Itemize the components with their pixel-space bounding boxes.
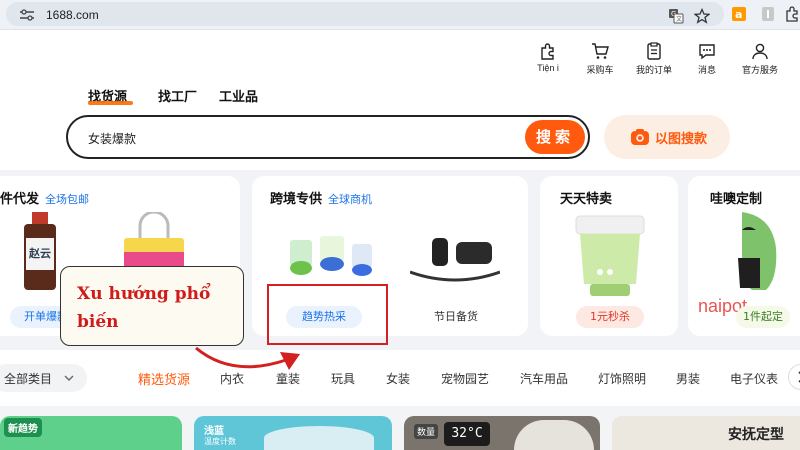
tab-industrial[interactable]: 工业品	[219, 86, 258, 105]
bottle-product-image: 赵云	[24, 212, 56, 290]
tab-find-factory[interactable]: 找工厂	[158, 86, 197, 105]
category-item[interactable]: 女装	[386, 370, 410, 387]
product-thumb[interactable]: 数量 32°C	[404, 416, 600, 450]
bookmark-star-icon[interactable]	[694, 8, 710, 24]
card-custom[interactable]: 哇噢定制 naipot 1件起定	[688, 176, 800, 336]
annotation-callout: Xu hướng phổ biến	[60, 266, 244, 346]
chevron-right-icon	[798, 371, 800, 383]
nav-label: 采购车	[586, 65, 614, 75]
puzzle-icon	[541, 43, 554, 60]
all-categories-label: 全部类目	[4, 372, 53, 386]
translate-icon[interactable]: G 文	[668, 8, 684, 24]
card-title-text: 跨境专供	[270, 192, 323, 207]
category-item[interactable]: 玩具	[331, 370, 355, 387]
card-title-text: 哇噢定制	[710, 192, 763, 207]
svg-text:a: a	[735, 8, 742, 21]
thumb-sublabel: 温度计数	[204, 437, 236, 446]
card-title: 天天特卖	[560, 188, 612, 207]
nav-item-messages[interactable]: 消息	[681, 42, 733, 76]
product-thumb[interactable]: 浅蓝 温度计数	[194, 416, 392, 450]
active-tab-indicator	[88, 101, 133, 105]
url-text[interactable]: 1688.com	[46, 8, 99, 22]
nav-item-official-service[interactable]: 官方服务	[734, 42, 786, 76]
cart-icon	[592, 43, 609, 59]
svg-text:赵云: 赵云	[28, 246, 51, 260]
card-pill[interactable]: 1件起定	[736, 306, 790, 328]
annotation-text: Xu hướng phổ biến	[77, 284, 211, 332]
extensions-puzzle-icon[interactable]	[784, 6, 800, 22]
image-search-label: 以图搜款	[655, 132, 708, 147]
card-title: 哇噢定制	[710, 188, 762, 207]
phone-case-product-image	[738, 212, 777, 290]
category-item[interactable]: 内衣	[220, 370, 244, 387]
image-search-button[interactable]: 以图搜款	[604, 115, 730, 159]
amazon-extension-icon[interactable]: a	[731, 6, 747, 22]
nav-label: 消息	[697, 65, 716, 75]
search-box[interactable]: 女装爆款 搜索	[66, 115, 590, 159]
card-subtitle: 全场包邮	[45, 193, 90, 206]
thermometer-display: 32°C	[444, 422, 490, 446]
category-item[interactable]: 童装	[276, 370, 300, 387]
card-title-text: 天天特卖	[560, 192, 613, 207]
card-title: 件代发 全场包邮	[0, 188, 89, 207]
category-item[interactable]: 男装	[676, 370, 700, 387]
washer-product-image	[575, 215, 645, 296]
card-title: 跨境专供 全球商机	[270, 188, 372, 207]
thumb-label: 浅蓝	[204, 426, 224, 437]
category-item[interactable]: 宠物园艺	[441, 370, 489, 387]
camera-icon	[631, 129, 649, 145]
all-categories-dropdown[interactable]: 全部类目	[0, 364, 87, 392]
thumb-title: 安抚定型	[728, 427, 784, 443]
nav-label: Tiện i	[537, 63, 559, 73]
user-icon	[752, 43, 768, 60]
nav-item-tien-ich[interactable]: Tiện i	[522, 42, 574, 76]
card-pill-festival[interactable]: 节日备货	[418, 306, 494, 328]
category-item[interactable]: 汽车用品	[520, 370, 568, 387]
site-settings-icon[interactable]	[20, 9, 34, 21]
thumb-product-shape	[264, 426, 374, 450]
card-pill[interactable]: 1元秒杀	[576, 306, 644, 328]
svg-text:文: 文	[676, 15, 682, 23]
highlight-box	[267, 284, 388, 345]
extension-icon[interactable]	[760, 6, 776, 22]
category-featured[interactable]: 精选货源	[138, 369, 190, 388]
nav-label: 官方服务	[741, 65, 778, 75]
thumb-product-shape	[514, 420, 594, 450]
category-item[interactable]: 灯饰照明	[598, 370, 646, 387]
cups-product-image	[290, 236, 372, 276]
nav-label: 我的订单	[635, 65, 672, 75]
nav-item-orders[interactable]: 我的订单	[628, 42, 680, 76]
card-daily-deal[interactable]: 天天特卖 1元秒杀	[540, 176, 678, 336]
card-subtitle: 全球商机	[328, 193, 373, 206]
category-item[interactable]: 电子仪表	[730, 370, 778, 387]
search-input[interactable]: 女装爆款	[88, 130, 136, 147]
new-trend-badge: 新趋势	[4, 418, 42, 437]
thumb-badge: 数量	[414, 424, 439, 439]
product-thumb[interactable]: 安抚定型	[612, 416, 800, 450]
order-icon	[647, 42, 661, 60]
search-button[interactable]: 搜索	[525, 120, 585, 154]
fanny-pack-product-image	[410, 238, 500, 282]
nav-item-cart[interactable]: 采购车	[574, 42, 626, 76]
product-thumb[interactable]: 新趋势	[0, 416, 182, 450]
card-title-text: 件代发	[0, 192, 40, 207]
chevron-down-icon	[64, 375, 74, 381]
browser-toolbar: 1688.com G 文 a	[0, 0, 800, 30]
address-bar[interactable]: 1688.com G 文	[6, 2, 724, 26]
message-icon	[699, 44, 715, 60]
